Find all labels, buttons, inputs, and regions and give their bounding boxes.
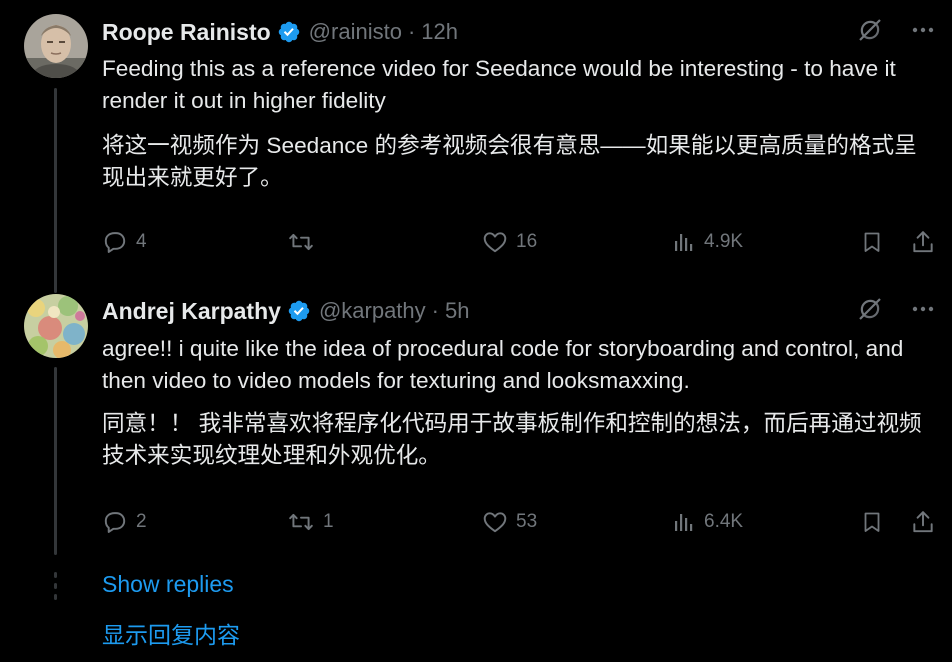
reply-header: Andrej Karpathy @karpathy · 5h bbox=[102, 296, 469, 326]
repost-count: 1 bbox=[323, 511, 334, 532]
share-icon bbox=[910, 509, 936, 535]
views-button[interactable]: 4.9K bbox=[672, 227, 743, 257]
timestamp[interactable]: 12h bbox=[421, 19, 458, 45]
bookmark-button[interactable] bbox=[860, 227, 884, 257]
reply-text-zh: 同意！！ 我非常喜欢将程序化代码用于故事板制作和控制的想法，而后再通过视频技术来… bbox=[102, 411, 922, 468]
author-handle[interactable]: @rainisto bbox=[309, 19, 402, 45]
reply-count: 4 bbox=[136, 231, 147, 252]
views-icon bbox=[672, 229, 696, 255]
repost-button[interactable] bbox=[287, 227, 323, 257]
avatar[interactable] bbox=[24, 294, 88, 358]
more-icon[interactable] bbox=[910, 17, 936, 48]
repost-icon bbox=[287, 509, 315, 535]
share-button[interactable] bbox=[910, 507, 936, 537]
reply-top-icons bbox=[856, 296, 936, 326]
reply-button[interactable]: 2 bbox=[102, 507, 147, 537]
share-icon bbox=[910, 229, 936, 255]
like-count: 53 bbox=[516, 511, 538, 532]
reply-header: Roope Rainisto @rainisto · 12h bbox=[102, 17, 458, 47]
bookmark-icon bbox=[860, 509, 884, 535]
thread-connector bbox=[54, 367, 57, 555]
views-count: 4.9K bbox=[704, 231, 744, 252]
reply-text-zh: 将这一视频作为 Seedance 的参考视频会很有意思——如果能以更高质量的格式… bbox=[102, 133, 917, 190]
grok-icon[interactable] bbox=[856, 16, 884, 49]
action-bar: 2 1 53 6.4K bbox=[102, 507, 938, 537]
avatar[interactable] bbox=[24, 14, 88, 78]
views-count: 6.4K bbox=[704, 511, 744, 532]
reply-button[interactable]: 4 bbox=[102, 227, 147, 257]
author-name[interactable]: Andrej Karpathy bbox=[102, 298, 281, 325]
separator: · bbox=[407, 19, 416, 44]
reply-thread: Roope Rainisto @rainisto · 12h Feeding t… bbox=[0, 0, 952, 662]
author-handle[interactable]: @karpathy bbox=[319, 298, 426, 324]
reply-icon bbox=[102, 229, 128, 255]
thread-dot bbox=[54, 583, 57, 589]
like-icon bbox=[482, 509, 508, 535]
timestamp[interactable]: 5h bbox=[445, 298, 469, 324]
like-count: 16 bbox=[516, 231, 538, 252]
show-replies-link[interactable]: Show replies bbox=[102, 571, 234, 598]
bookmark-icon bbox=[860, 229, 884, 255]
grok-icon[interactable] bbox=[856, 295, 884, 328]
reply-icon bbox=[102, 509, 128, 535]
thread-dot bbox=[54, 594, 57, 600]
reply-top-icons bbox=[856, 17, 936, 47]
show-replies-link-zh[interactable]: 显示回复内容 bbox=[102, 616, 240, 650]
thread-dot bbox=[54, 572, 57, 578]
repost-button[interactable]: 1 bbox=[287, 507, 334, 537]
repost-icon bbox=[287, 229, 315, 255]
share-button[interactable] bbox=[910, 227, 936, 257]
reply-text-en: agree!! i quite like the idea of procedu… bbox=[102, 336, 904, 393]
like-icon bbox=[482, 229, 508, 255]
thread-connector bbox=[54, 88, 57, 293]
bookmark-button[interactable] bbox=[860, 507, 884, 537]
verified-badge-icon bbox=[278, 21, 299, 43]
reply-count: 2 bbox=[136, 511, 147, 532]
verified-badge-icon bbox=[288, 300, 310, 322]
like-button[interactable]: 53 bbox=[482, 507, 537, 537]
views-button[interactable]: 6.4K bbox=[672, 507, 743, 537]
separator: · bbox=[431, 298, 439, 323]
author-name[interactable]: Roope Rainisto bbox=[102, 19, 271, 46]
like-button[interactable]: 16 bbox=[482, 227, 537, 257]
more-icon[interactable] bbox=[910, 296, 936, 327]
reply-text-en: Feeding this as a reference video for Se… bbox=[102, 56, 896, 113]
views-icon bbox=[672, 509, 696, 535]
action-bar: 4 16 4.9K bbox=[102, 227, 938, 257]
